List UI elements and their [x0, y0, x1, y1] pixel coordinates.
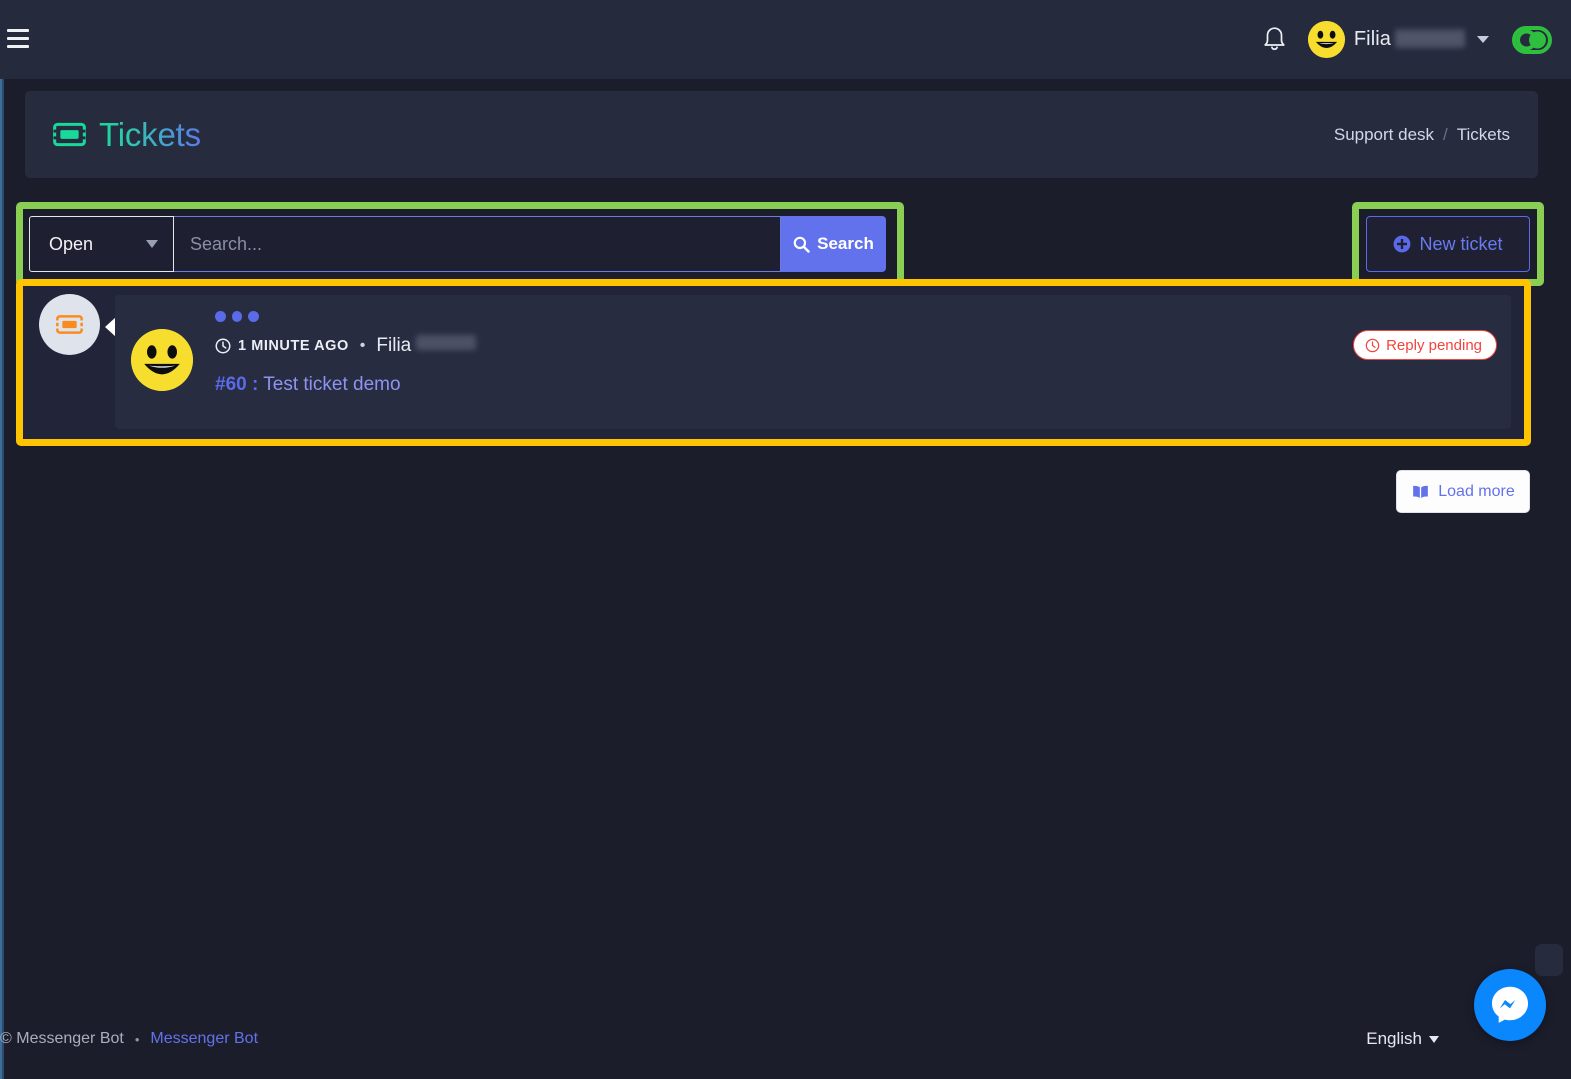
clock-icon	[1365, 338, 1380, 352]
book-open-icon	[1413, 485, 1429, 498]
meta-separator: •	[359, 337, 366, 354]
language-select[interactable]: English	[1366, 1029, 1439, 1049]
dot	[215, 311, 226, 322]
user-name: Filia	[1354, 28, 1465, 51]
footer-copyright: © Messenger Bot • Messenger Bot	[0, 1030, 258, 1048]
messenger-chat-button[interactable]	[1474, 969, 1546, 1041]
chevron-down-icon	[146, 240, 158, 248]
ticket-filter-bar: Open Search	[29, 216, 886, 272]
ticket-meta: 1 MINUTE AGO • Filia	[215, 335, 1491, 357]
user-menu[interactable]: Filia	[1298, 17, 1503, 63]
chevron-down-icon	[1429, 1035, 1439, 1043]
redacted-surname	[416, 335, 477, 350]
status-badge: Reply pending	[1353, 330, 1497, 360]
new-ticket-button[interactable]: New ticket	[1366, 216, 1530, 272]
ticket-icon	[53, 122, 86, 147]
ticket-subject-link[interactable]: #60 : Test ticket demo	[215, 374, 1491, 396]
ticket-icon	[55, 315, 83, 334]
status-filter-select[interactable]: Open	[29, 216, 174, 272]
smiley-avatar-icon	[131, 329, 193, 391]
dot	[248, 311, 260, 322]
ticket-subject-text: Test ticket demo	[263, 374, 401, 395]
breadcrumb-separator: /	[1443, 124, 1448, 144]
search-input[interactable]	[174, 216, 781, 272]
messenger-icon	[1491, 986, 1529, 1023]
breadcrumb-current[interactable]: Tickets	[1457, 125, 1510, 145]
navbar-right-group: Filia	[1252, 0, 1571, 79]
bell-icon	[1264, 27, 1285, 51]
search-icon	[793, 236, 810, 253]
app-root: Filia Tickets Support desk / Tickets Ope…	[0, 0, 1571, 1079]
plus-circle-icon	[1394, 235, 1411, 253]
ticket-number: #60 :	[215, 374, 259, 395]
notifications-button[interactable]	[1252, 17, 1298, 63]
status-badge-label: Reply pending	[1386, 336, 1482, 354]
ticket-body: 1 MINUTE AGO • Filia #60 : Test ticket d…	[115, 295, 1511, 429]
hamburger-bar	[7, 29, 29, 32]
chat-widget-backdrop	[1535, 944, 1563, 976]
table-row[interactable]: 1 MINUTE AGO • Filia #60 : Test ticket d…	[23, 286, 1524, 439]
search-button-label: Search	[817, 234, 874, 253]
load-more-button[interactable]: Load more	[1396, 470, 1530, 513]
hamburger-menu-icon[interactable]	[4, 26, 32, 52]
ticket-author: Filia	[376, 335, 477, 357]
ticket-type-column	[23, 286, 116, 439]
avatar	[131, 329, 193, 391]
hamburger-bar	[7, 45, 29, 48]
hamburger-bar	[7, 37, 29, 40]
page-header-card: Tickets Support desk / Tickets	[25, 91, 1538, 178]
dot	[231, 311, 243, 322]
ticket-content: 1 MINUTE AGO • Filia #60 : Test ticket d…	[215, 309, 1491, 396]
clock-icon	[215, 338, 231, 354]
language-value: English	[1366, 1029, 1422, 1048]
chevron-down-icon[interactable]	[1477, 36, 1489, 43]
search-button[interactable]: Search	[781, 216, 886, 272]
page-title-text: Tickets	[99, 115, 201, 153]
new-ticket-label: New ticket	[1419, 233, 1503, 254]
theme-toggle-button[interactable]	[1509, 17, 1555, 63]
status-filter-value: Open	[49, 233, 94, 254]
redacted-surname	[1395, 29, 1465, 48]
avatar	[1307, 21, 1345, 58]
left-edge-strip-inner	[0, 78, 2, 1079]
breadcrumb-parent[interactable]: Support desk	[1334, 125, 1434, 145]
footer-copyright-text: © Messenger Bot	[0, 1030, 124, 1047]
top-navbar: Filia	[0, 0, 1571, 79]
load-more-label: Load more	[1438, 482, 1515, 500]
footer-brand-link[interactable]: Messenger Bot	[150, 1030, 258, 1048]
footer-separator: •	[134, 1031, 140, 1047]
three-dots-icon[interactable]	[215, 311, 260, 322]
ticket-timestamp: 1 MINUTE AGO	[238, 338, 349, 354]
toggle-switch-icon	[1512, 25, 1552, 54]
smiley-avatar-icon	[1307, 21, 1345, 58]
breadcrumb: Support desk / Tickets	[1334, 125, 1510, 145]
ticket-type-avatar	[38, 294, 100, 355]
page-title: Tickets	[53, 116, 201, 154]
